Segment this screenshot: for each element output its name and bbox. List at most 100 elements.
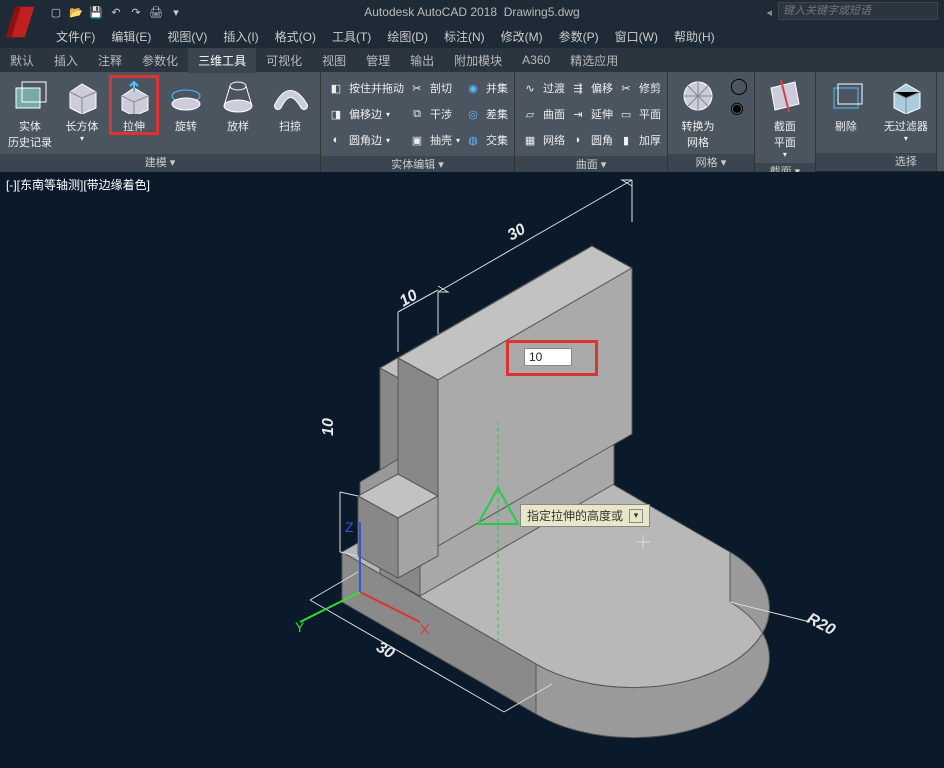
tab-addins[interactable]: 附加模块 [444,48,512,73]
surf-offset-icon: ⇶ [569,79,587,97]
tab-manage[interactable]: 管理 [356,48,400,73]
presspull-button[interactable]: ◧按住并拖动 [327,76,404,100]
new-icon[interactable]: ▢ [48,4,64,20]
thicken-button[interactable]: ▮加厚 [617,128,661,152]
cull-button[interactable]: 剔除 [822,76,870,134]
search-input[interactable] [778,2,938,20]
mesh-refine-icon[interactable]: ◉ [730,98,748,118]
sweep-button[interactable]: 扫掠 [266,76,314,134]
tooltip-dropdown-icon[interactable]: ▾ [629,509,643,523]
tab-insert[interactable]: 插入 [44,48,88,73]
shell-button[interactable]: ▣抽壳▾ [408,128,460,152]
menu-param[interactable]: 参数(P) [551,28,607,45]
tab-default[interactable]: 默认 [0,48,44,73]
menu-view[interactable]: 视图(V) [159,28,215,45]
union-icon: ◉ [464,79,482,97]
panel-select: 无过滤器▾ 选择 [876,72,937,171]
tab-view[interactable]: 视图 [312,48,356,73]
panel-select-title[interactable]: 选择 [876,153,936,171]
revolve-button[interactable]: 旋转 [162,76,210,134]
chevron-left-icon[interactable]: ◂ [766,6,772,19]
thicken-icon: ▮ [617,131,635,149]
shell-icon: ▣ [408,131,426,149]
svg-text:Z: Z [345,519,354,535]
panel-solid-edit: ◧按住并拖动 ◨偏移边▾ ◐圆角边▾ ✂剖切 ⧉干涉 ▣抽壳▾ ◉并集 ◎差集 … [321,72,515,171]
tab-visualize[interactable]: 可视化 [256,48,312,73]
slice-button[interactable]: ✂剖切 [408,76,460,100]
to-mesh-button[interactable]: 转换为 网格 [674,76,722,150]
intersect-button[interactable]: ◍交集 [464,128,508,152]
menubar: 文件(F) 编辑(E) 视图(V) 插入(I) 格式(O) 工具(T) 绘图(D… [0,24,944,48]
panel-mesh: 转换为 网格 ◯ ◉ 网格 ▾ [668,72,755,171]
menu-draw[interactable]: 绘图(D) [379,28,436,45]
tab-featured[interactable]: 精选应用 [560,48,628,73]
tab-a360[interactable]: A360 [512,49,560,71]
extend-button[interactable]: ⇥延伸 [569,102,613,126]
trim-button[interactable]: ✂修剪 [617,76,661,100]
svg-text:Y: Y [295,619,305,635]
app-logo[interactable] [0,0,42,48]
planar-button[interactable]: ▭平面 [617,102,661,126]
slice-icon: ✂ [408,79,426,97]
menu-tools[interactable]: 工具(T) [324,28,379,45]
tab-parametric[interactable]: 参数化 [132,48,188,73]
window-title: Autodesk AutoCAD 2018 Drawing5.dwg [364,5,579,19]
surf-fillet-icon: ◗ [569,131,587,149]
loft-icon [218,76,258,116]
no-filter-button[interactable]: 无过滤器▾ [882,76,930,143]
menu-dim[interactable]: 标注(N) [436,28,493,45]
mesh-smooth-icon[interactable]: ◯ [730,76,748,96]
menu-help[interactable]: 帮助(H) [666,28,723,45]
quick-access-toolbar: ▢ 📂 💾 ↶ ↷ 🖨 ▾ [48,4,184,20]
redo-icon[interactable]: ↷ [128,4,144,20]
chevron-down-icon[interactable]: ▾ [168,4,184,20]
tab-annotate[interactable]: 注释 [88,48,132,73]
panel-modeling-title[interactable]: 建模 ▾ [0,154,320,172]
subtract-button[interactable]: ◎差集 [464,102,508,126]
section-plane-button[interactable]: 截面 平面▾ [761,76,809,159]
viewport[interactable]: [-][东南等轴测][带边缘着色] [0,172,944,768]
menu-edit[interactable]: 编辑(E) [103,28,159,45]
cull-icon [826,76,866,116]
tab-output[interactable]: 输出 [400,48,444,73]
box-button[interactable]: 长方体▾ [58,76,106,143]
loft-button[interactable]: 放样 [214,76,262,134]
height-input[interactable]: 10 [524,348,572,366]
surface-button[interactable]: ▱曲面 [521,102,565,126]
panel-single-subtract: 剔除 [816,72,876,171]
ribbon-tabs: 默认 插入 注释 参数化 三维工具 可视化 视图 管理 输出 附加模块 A360… [0,48,944,72]
sweep-icon [270,76,310,116]
planar-icon: ▭ [617,105,635,123]
panel-surface: ∿过渡 ▱曲面 ▦网络 ⇶偏移 ⇥延伸 ◗圆角 ✂修剪 ▭平面 ▮加厚 曲面 ▾ [515,72,668,171]
open-icon[interactable]: 📂 [68,4,84,20]
svg-text:X: X [420,621,430,637]
box-icon [62,76,102,116]
menu-modify[interactable]: 修改(M) [493,28,551,45]
network-button[interactable]: ▦网络 [521,128,565,152]
print-icon[interactable]: 🖨 [148,4,164,20]
blend-button[interactable]: ∿过渡 [521,76,565,100]
extrude-button[interactable]: 拉伸 [110,76,158,134]
menu-window[interactable]: 窗口(W) [607,28,666,45]
panel-modeling: 实体 历史记录 长方体▾ 拉伸 旋转 放样 扫掠 建模 ▾ [0,72,321,171]
menu-insert[interactable]: 插入(I) [215,28,266,45]
menu-file[interactable]: 文件(F) [48,28,103,45]
interfere-button[interactable]: ⧉干涉 [408,102,460,126]
panel-subtract-title [816,153,876,171]
offset-edge-button[interactable]: ◨偏移边▾ [327,102,404,126]
fillet-edge-button[interactable]: ◐圆角边▾ [327,128,404,152]
extrude-icon [114,76,154,116]
surf-offset-button[interactable]: ⇶偏移 [569,76,613,100]
panel-section: 截面 平面▾ 截面 ▾ [755,72,816,171]
surface-icon: ▱ [521,105,539,123]
surf-fillet-button[interactable]: ◗圆角 [569,128,613,152]
save-icon[interactable]: 💾 [88,4,104,20]
panel-mesh-title[interactable]: 网格 ▾ [668,154,754,172]
solid-history-button[interactable]: 实体 历史记录 [6,76,54,150]
intersect-icon: ◍ [464,131,482,149]
union-button[interactable]: ◉并集 [464,76,508,100]
fillet-edge-icon: ◐ [327,131,345,149]
undo-icon[interactable]: ↶ [108,4,124,20]
tab-3dtools[interactable]: 三维工具 [188,48,256,73]
menu-format[interactable]: 格式(O) [267,28,324,45]
